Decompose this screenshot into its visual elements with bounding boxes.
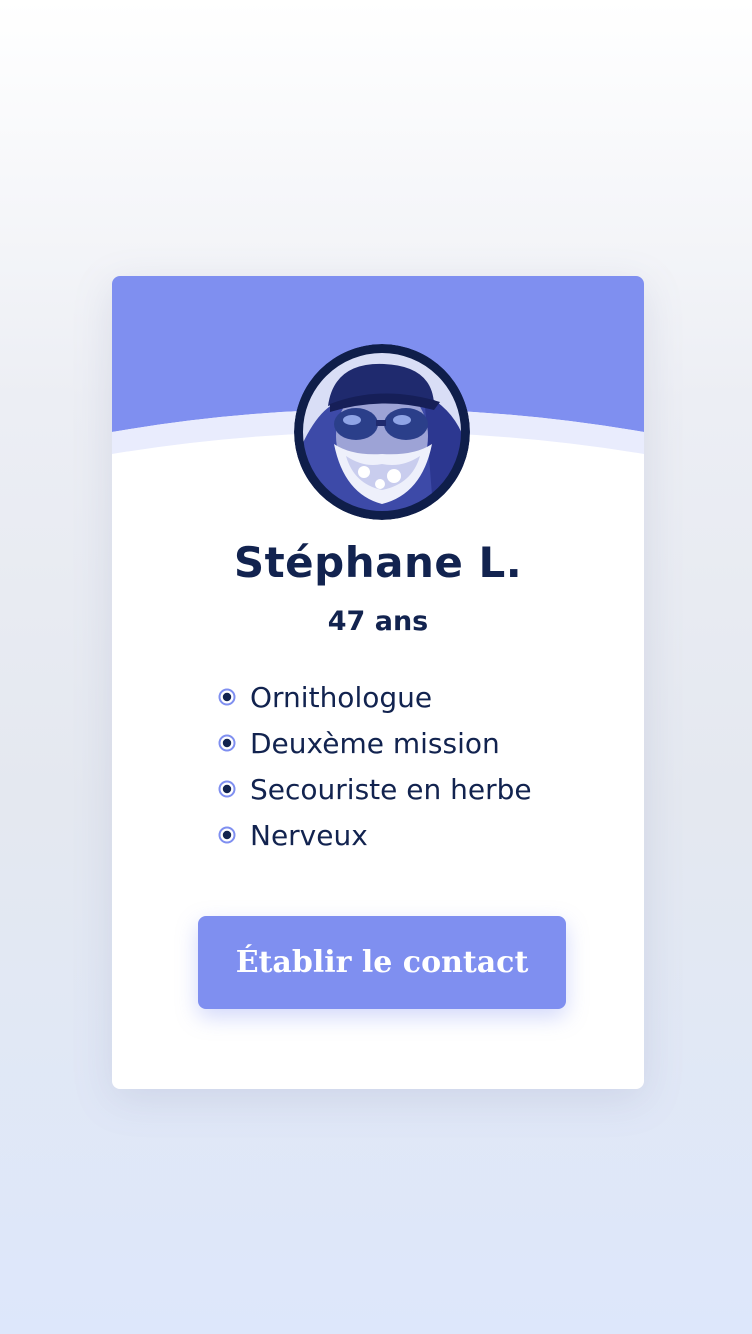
radio-bullet-icon <box>218 734 236 752</box>
profile-card: Stéphane L. 47 ans Ornithologue Deuxème … <box>112 276 644 1089</box>
trait-label: Deuxème mission <box>250 726 500 760</box>
list-item: Ornithologue <box>218 674 532 720</box>
profile-photo <box>294 344 470 520</box>
trait-label: Nerveux <box>250 818 368 852</box>
list-item: Deuxème mission <box>218 720 532 766</box>
radio-bullet-icon <box>218 826 236 844</box>
trait-label: Secouriste en herbe <box>250 772 532 806</box>
profile-name: Stéphane L. <box>233 538 523 587</box>
avatar <box>294 344 470 520</box>
list-item: Nerveux <box>218 812 532 858</box>
profile-age: 47 ans <box>327 606 429 637</box>
trait-label: Ornithologue <box>250 680 433 714</box>
radio-bullet-icon <box>218 780 236 798</box>
radio-bullet-icon <box>218 688 236 706</box>
list-item: Secouriste en herbe <box>218 766 532 812</box>
traits-list: Ornithologue Deuxème mission Secouriste … <box>218 674 532 858</box>
contact-button[interactable]: Établir le contact <box>198 916 566 1009</box>
